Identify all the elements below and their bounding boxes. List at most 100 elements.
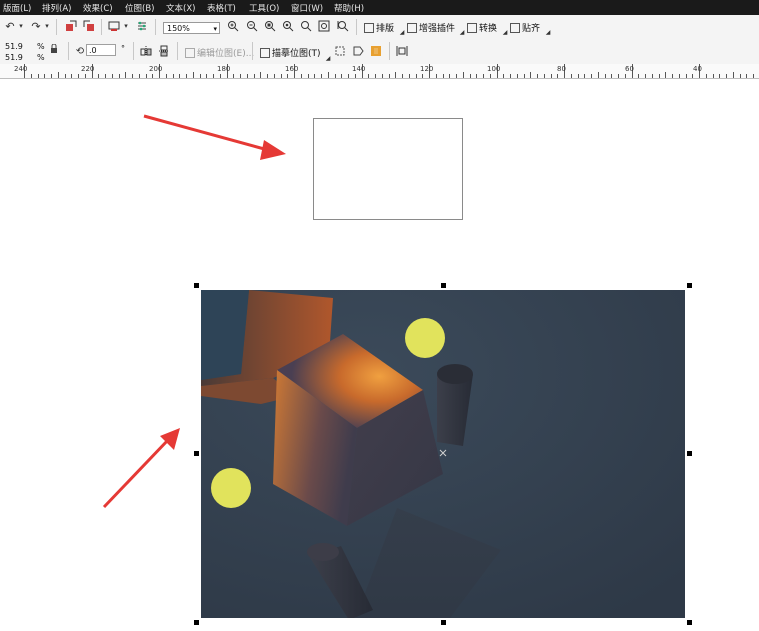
empty-rectangle-shape[interactable] (313, 118, 463, 220)
snap-to-label: 贴齐 (522, 24, 541, 34)
toolbar-divider (252, 42, 253, 60)
menu-item-bitmaps[interactable]: 位图(B) (125, 2, 154, 14)
ruler-label: 60 (625, 65, 634, 73)
ruler-label: 80 (557, 65, 566, 73)
convert-label: 转换 (479, 24, 498, 34)
crop-bitmap-icon[interactable] (333, 44, 347, 58)
selection-handle-bottom-left[interactable] (194, 620, 199, 625)
zoom-all-objects-icon[interactable] (281, 19, 295, 33)
redo-dropdown-icon[interactable]: ▾ (43, 19, 51, 33)
ruler-label: 40 (693, 65, 702, 73)
menu-item-arrange[interactable]: 排列(A) (42, 2, 71, 14)
undo-icon[interactable]: ↶ (3, 19, 17, 33)
toolbar-divider (68, 42, 69, 60)
selection-handle-bottom-right[interactable] (687, 620, 692, 625)
menu-bar: 版面(L) 排列(A) 效果(C) 位图(B) 文本(X) 表格(T) 工具(O… (0, 0, 759, 15)
bitmap-image[interactable] (201, 290, 685, 618)
trace-bitmap-label: 描摹位图(T) (272, 49, 321, 59)
scale-width-value[interactable]: 51.9 (5, 42, 23, 51)
plugins-button[interactable]: 增强插件 (407, 21, 455, 34)
selection-handle-left[interactable] (194, 451, 199, 456)
snap-to-icon (510, 22, 520, 33)
snap-to-button[interactable]: 贴齐 (510, 21, 540, 34)
mirror-horizontal-icon[interactable] (139, 44, 153, 58)
zoom-out-icon[interactable] (245, 19, 259, 33)
options-icon[interactable] (135, 19, 149, 33)
property-bar: 51.9 51.9 % % ⟲ .0 ° 编辑位图(E)... 描摹位图(T) … (0, 39, 759, 65)
redo-icon[interactable]: ↷ (29, 19, 43, 33)
wrap-text-icon[interactable] (395, 44, 409, 58)
zoom-selected-icon[interactable] (263, 19, 277, 33)
scale-height-unit: % (37, 53, 45, 62)
toolbar-divider (133, 42, 134, 60)
layout-label: 排版 (376, 24, 395, 34)
lock-ratio-icon[interactable] (49, 43, 59, 53)
toolbar-divider (356, 19, 357, 35)
ruler-ticks (24, 64, 754, 78)
menu-item-help[interactable]: 帮助(H) (334, 2, 364, 14)
convert-button[interactable]: 转换 (467, 21, 497, 34)
menu-item-text[interactable]: 文本(X) (166, 2, 195, 14)
plugins-dropdown-icon[interactable]: ◢ (459, 28, 465, 36)
cylinder-top-shape (437, 364, 473, 384)
selection-handle-top-right[interactable] (687, 283, 692, 288)
toolbar-divider (389, 42, 390, 60)
menu-item-effects[interactable]: 效果(C) (83, 2, 113, 14)
selection-handle-top[interactable] (441, 283, 446, 288)
rotation-angle-input[interactable]: .0 (86, 44, 116, 56)
selection-handle-right[interactable] (687, 451, 692, 456)
zoom-level-select[interactable]: 150% ▾ (163, 22, 220, 34)
degree-unit: ° (121, 44, 125, 53)
ruler-label: 160 (285, 65, 299, 73)
edit-bitmap-button[interactable]: 编辑位图(E)... (185, 46, 254, 59)
zoom-page-height-icon[interactable] (336, 19, 350, 33)
menu-item-window[interactable]: 窗口(W) (291, 2, 323, 14)
application-launcher-icon[interactable] (107, 19, 121, 33)
trace-bitmap-dropdown-icon[interactable]: ◢ (325, 54, 331, 62)
scale-height-value[interactable]: 51.9 (5, 53, 23, 62)
yellow-sphere (405, 318, 445, 358)
zoom-in-icon[interactable] (226, 19, 240, 33)
import-icon[interactable] (64, 19, 78, 33)
trace-bitmap-button[interactable]: 描摹位图(T) (260, 46, 321, 59)
standard-toolbar: ↶ ▾ ↷ ▾ ▾ 150% ▾ 排版 ◢ 增强插件 ◢ 转换 ◢ 贴齐 ◢ (0, 15, 759, 40)
mirror-vertical-icon[interactable] (157, 44, 171, 58)
menu-item-table[interactable]: 表格(T) (207, 2, 236, 14)
toolbar-divider (155, 19, 156, 35)
toolbar-divider (56, 19, 57, 35)
ruler-label: 120 (420, 65, 434, 73)
toolbar-divider (177, 42, 178, 60)
selection-handle-bottom[interactable] (441, 620, 446, 625)
resample-icon[interactable] (351, 44, 365, 58)
cube-scene-graphic (201, 290, 685, 618)
plugins-label: 增强插件 (419, 24, 456, 34)
menu-item-layout[interactable]: 版面(L) (3, 2, 31, 14)
undo-dropdown-icon[interactable]: ▾ (17, 19, 25, 33)
layout-button[interactable]: 排版 (364, 21, 394, 34)
launcher-dropdown-icon[interactable]: ▾ (122, 19, 130, 33)
convert-dropdown-icon[interactable]: ◢ (502, 28, 508, 36)
zoom-page-icon[interactable] (299, 19, 313, 33)
edit-bitmap-icon (185, 47, 195, 58)
export-icon[interactable] (82, 19, 96, 33)
selection-handle-top-left[interactable] (194, 283, 199, 288)
layout-dropdown-icon[interactable]: ◢ (399, 28, 405, 36)
rotation-angle-value: .0 (89, 46, 97, 55)
ruler-label: 220 (81, 65, 95, 73)
ruler-label: 140 (352, 65, 366, 73)
ruler-label: 200 (149, 65, 163, 73)
horizontal-ruler[interactable]: 240 220 200 180 160 140 120 100 80 60 40 (0, 64, 759, 79)
layout-icon (364, 22, 374, 33)
trace-bitmap-icon (260, 47, 270, 58)
ruler-label: 100 (487, 65, 501, 73)
ruler-label: 240 (14, 65, 28, 73)
zoom-level-value: 150% (167, 24, 190, 33)
zoom-page-width-icon[interactable] (317, 19, 331, 33)
snap-to-dropdown-icon[interactable]: ◢ (545, 28, 551, 36)
convert-icon (467, 22, 477, 33)
bottom-cylinder-top-shape (307, 543, 339, 561)
menu-item-tools[interactable]: 工具(O) (249, 2, 279, 14)
ruler-label: 180 (217, 65, 231, 73)
bitmap-color-mask-icon[interactable] (369, 44, 383, 58)
plugins-icon (407, 22, 417, 33)
